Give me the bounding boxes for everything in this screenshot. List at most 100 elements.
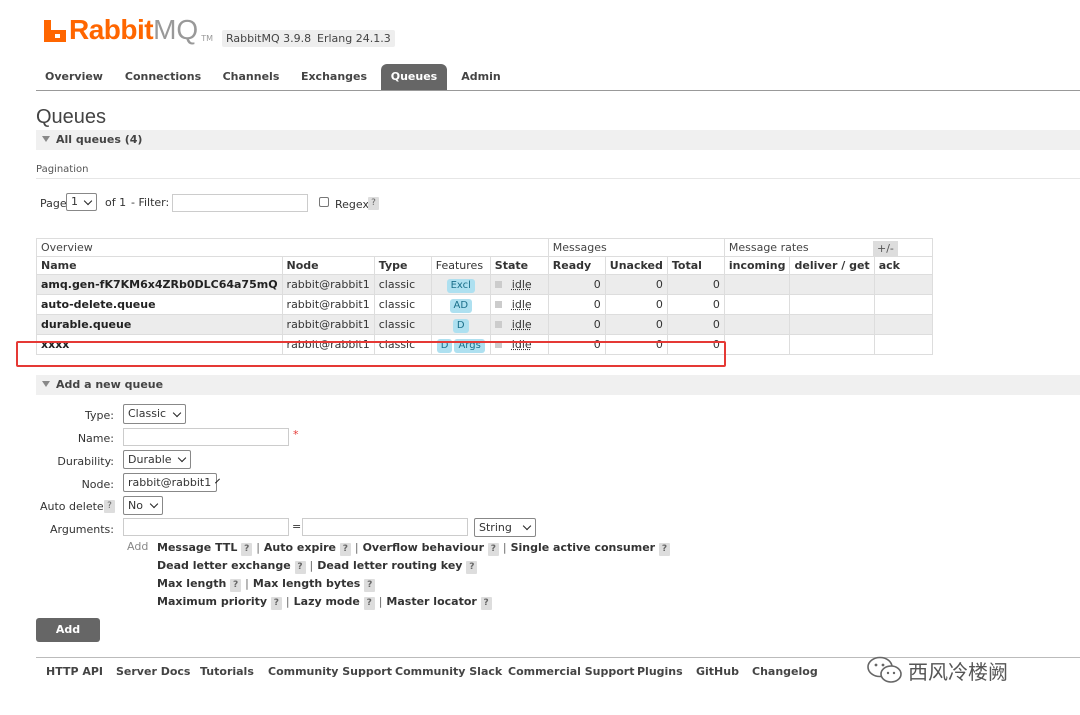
tab-admin[interactable]: Admin [456, 64, 506, 90]
arg-max-length[interactable]: Max length [157, 577, 226, 590]
rate-incoming [723, 314, 791, 335]
help-icon[interactable]: ? [364, 579, 376, 592]
add-queue-toggle[interactable]: Add a new queue [36, 375, 1080, 395]
tab-exchanges[interactable]: Exchanges [298, 64, 370, 90]
help-icon[interactable]: ? [230, 579, 242, 592]
col-ready[interactable]: Ready [547, 256, 606, 275]
footer-link-commercial-support[interactable]: Commercial Support [508, 665, 635, 678]
help-icon[interactable]: ? [466, 561, 478, 574]
arg-master-locator[interactable]: Master locator [386, 595, 476, 608]
queue-name-link[interactable]: durable.queue [36, 314, 283, 335]
chevron-down-icon [522, 521, 532, 531]
argument-value-input[interactable] [302, 518, 468, 536]
separator: | [502, 541, 507, 554]
col-total[interactable]: Total [666, 256, 725, 275]
queues-table: Overview Messages Message rates Name Nod… [36, 238, 933, 355]
queue-features: D Args [430, 334, 491, 355]
page-select[interactable]: 1 [66, 193, 97, 211]
footer-link-community-slack[interactable]: Community Slack [395, 665, 502, 678]
rabbitmq-logo: Rabbit MQ TM [44, 14, 213, 46]
footer-link-server-docs[interactable]: Server Docs [116, 665, 190, 678]
rate-deliver-get [789, 294, 875, 315]
node-select-value: rabbit@rabbit1 [128, 475, 212, 489]
rate-ack [873, 334, 933, 355]
footer-link-tutorials[interactable]: Tutorials [200, 665, 254, 678]
rabbitmq-version-badge: RabbitMQ 3.9.8 [222, 30, 316, 47]
arg-single-active-consumer[interactable]: Single active consumer [511, 541, 656, 554]
footer-link-github[interactable]: GitHub [696, 665, 739, 678]
help-icon[interactable]: ? [339, 543, 351, 556]
arg-dead-letter-routing-key[interactable]: Dead letter routing key [317, 559, 462, 572]
type-select[interactable]: Classic [123, 404, 186, 424]
arg-max-length-bytes[interactable]: Max length bytes [253, 577, 360, 590]
help-icon[interactable]: ? [270, 597, 282, 610]
queue-name-link[interactable]: xxxx [36, 334, 283, 355]
all-queues-title: All queues (4) [56, 133, 143, 146]
queue-name-input[interactable] [123, 428, 289, 446]
filter-input[interactable] [172, 194, 308, 212]
queue-state: idle [489, 274, 549, 295]
argument-type-select[interactable]: String [474, 518, 536, 537]
arg-lazy-mode[interactable]: Lazy mode [294, 595, 360, 608]
state-square-icon [494, 301, 502, 308]
auto-delete-help-icon[interactable]: ? [104, 500, 115, 513]
help-icon[interactable]: ? [241, 543, 253, 556]
col-deliver-get[interactable]: deliver / get [789, 256, 875, 275]
node-select[interactable]: rabbit@rabbit1 [123, 473, 221, 492]
footer-link-http-api[interactable]: HTTP API [46, 665, 103, 678]
arg-auto-expire[interactable]: Auto expire [264, 541, 336, 554]
col-state[interactable]: State [489, 256, 549, 275]
group-messages: Messages [547, 238, 725, 257]
argument-shortcuts-line-1: Message TTL ? | Auto expire ? | Overflow beh… [157, 541, 670, 556]
help-icon[interactable]: ? [480, 597, 492, 610]
feature-badge-d: D [436, 339, 453, 353]
chevron-down-icon [172, 408, 182, 417]
col-incoming[interactable]: incoming [723, 256, 791, 275]
col-type[interactable]: Type [373, 256, 432, 275]
tab-queues[interactable]: Queues [381, 64, 447, 90]
group-message-rates: Message rates [723, 238, 933, 257]
group-overview: Overview [36, 238, 549, 257]
table-row: durable.queue rabbit@rabbit1 classic D i… [36, 314, 933, 335]
regex-help-icon[interactable]: ? [368, 197, 379, 210]
watermark: 西风冷楼阙 [866, 655, 1008, 685]
footer-link-plugins[interactable]: Plugins [637, 665, 683, 678]
durability-select[interactable]: Durable [123, 450, 191, 469]
regex-checkbox[interactable] [319, 197, 329, 207]
arg-maximum-priority[interactable]: Maximum priority [157, 595, 267, 608]
col-unacked[interactable]: Unacked [604, 256, 668, 275]
add-queue-button[interactable]: Add queue [36, 618, 100, 660]
required-marker: * [293, 428, 299, 441]
queue-name-link[interactable]: amq.gen-fK7KM6x4ZRb0DLC64a75mQ [36, 274, 283, 295]
help-icon[interactable]: ? [294, 561, 306, 574]
help-icon[interactable]: ? [658, 543, 670, 556]
arguments-label: Arguments: [49, 523, 114, 536]
state-square-icon [494, 341, 502, 348]
rabbitmq-logo-mark-icon [44, 20, 66, 42]
footer-link-community-support[interactable]: Community Support [268, 665, 392, 678]
argument-shortcuts-line-4: Maximum priority ? | Lazy mode ? | Master lo… [157, 595, 492, 610]
arg-overflow-behaviour[interactable]: Overflow behaviour [363, 541, 484, 554]
arg-dead-letter-exchange[interactable]: Dead letter exchange [157, 559, 291, 572]
col-name[interactable]: Name [36, 256, 283, 275]
col-ack[interactable]: ack [873, 256, 933, 275]
footer-link-changelog[interactable]: Changelog [752, 665, 818, 678]
tab-connections[interactable]: Connections [120, 64, 206, 90]
queue-name-link[interactable]: auto-delete.queue [36, 294, 283, 315]
feature-badge-args: Args [454, 339, 485, 353]
queue-total: 0 [666, 314, 725, 335]
help-icon[interactable]: ? [487, 543, 499, 556]
queue-unacked: 0 [604, 294, 668, 315]
all-queues-toggle[interactable]: All queues (4) [36, 130, 1080, 150]
argument-key-input[interactable] [123, 518, 289, 536]
tab-channels[interactable]: Channels [218, 64, 284, 90]
columns-toggle-button[interactable]: +/- [873, 241, 898, 256]
durability-select-value: Durable [128, 452, 172, 466]
queue-ready: 0 [547, 274, 606, 295]
queue-ready: 0 [547, 294, 606, 315]
arg-message-ttl[interactable]: Message TTL [157, 541, 237, 554]
help-icon[interactable]: ? [363, 597, 375, 610]
col-node[interactable]: Node [281, 256, 375, 275]
auto-delete-select[interactable]: No [123, 496, 163, 515]
tab-overview[interactable]: Overview [40, 64, 108, 90]
